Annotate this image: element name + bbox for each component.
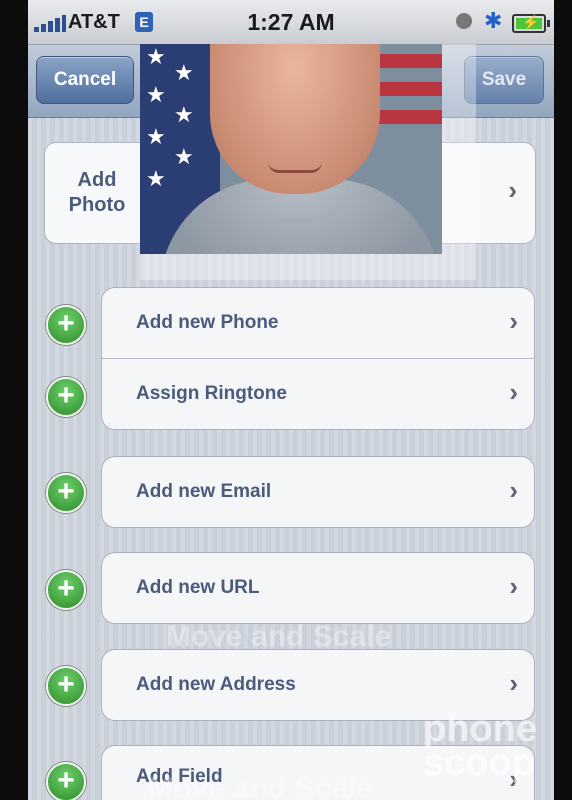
assign-ringtone-row[interactable]: Assign Ringtone › — [102, 358, 534, 429]
phone-ringtone-group: Add new Phone › Assign Ringtone › — [101, 287, 535, 430]
bluetooth-icon: ✱ — [484, 8, 503, 33]
add-url-plus-icon[interactable]: + — [46, 570, 86, 610]
photo-move-scale-overlay[interactable]: ★ ★ ★ ★ ★ ★ ★ — [140, 44, 476, 280]
chevron-right-icon: › — [509, 377, 518, 407]
email-group: Add new Email › — [101, 456, 535, 528]
add-field-plus-icon[interactable]: + — [46, 762, 86, 800]
phone-screen: AT&T E 1:27 AM ✱ ⚡ Cancel Save Add Photo… — [28, 0, 554, 800]
assign-ringtone-plus-icon[interactable]: + — [46, 377, 86, 417]
status-bar: AT&T E 1:27 AM ✱ ⚡ — [28, 0, 554, 45]
add-photo-button[interactable]: Add Photo — [44, 142, 150, 244]
cancel-button[interactable]: Cancel — [36, 56, 134, 104]
add-url-row[interactable]: Add new URL › — [102, 553, 534, 623]
alarm-icon — [456, 13, 472, 29]
save-button[interactable]: Save — [464, 56, 544, 104]
add-phone-plus-icon[interactable]: + — [46, 305, 86, 345]
add-photo-label: Add Photo — [68, 169, 126, 216]
chevron-right-icon: › — [509, 571, 518, 601]
add-phone-row[interactable]: Add new Phone › — [102, 288, 534, 358]
contact-photo: ★ ★ ★ ★ ★ ★ ★ — [140, 44, 442, 254]
add-email-row[interactable]: Add new Email › — [102, 457, 534, 527]
add-address-plus-icon[interactable]: + — [46, 666, 86, 706]
move-and-scale-caption-repeat: Move and Scale — [148, 772, 374, 800]
add-email-label: Add new Email — [136, 481, 272, 502]
assign-ringtone-label: Assign Ringtone — [136, 383, 287, 404]
watermark-line-2: scoop — [423, 742, 535, 784]
chevron-right-icon: › — [509, 475, 518, 505]
chevron-right-icon: › — [509, 306, 518, 336]
add-url-label: Add new URL — [136, 577, 260, 598]
watermark-line-1: phone — [423, 708, 537, 750]
status-time: 1:27 AM — [247, 9, 335, 35]
phonescoop-watermark: phone scoop — [423, 708, 537, 784]
battery-charging-icon: ⚡ — [512, 14, 550, 33]
add-address-label: Add new Address — [136, 674, 296, 695]
add-phone-label: Add new Phone — [136, 312, 279, 333]
chevron-right-icon: › — [509, 668, 518, 698]
add-email-plus-icon[interactable]: + — [46, 473, 86, 513]
url-group: Add new URL › — [101, 552, 535, 624]
name-chevron-icon: › — [508, 175, 517, 205]
